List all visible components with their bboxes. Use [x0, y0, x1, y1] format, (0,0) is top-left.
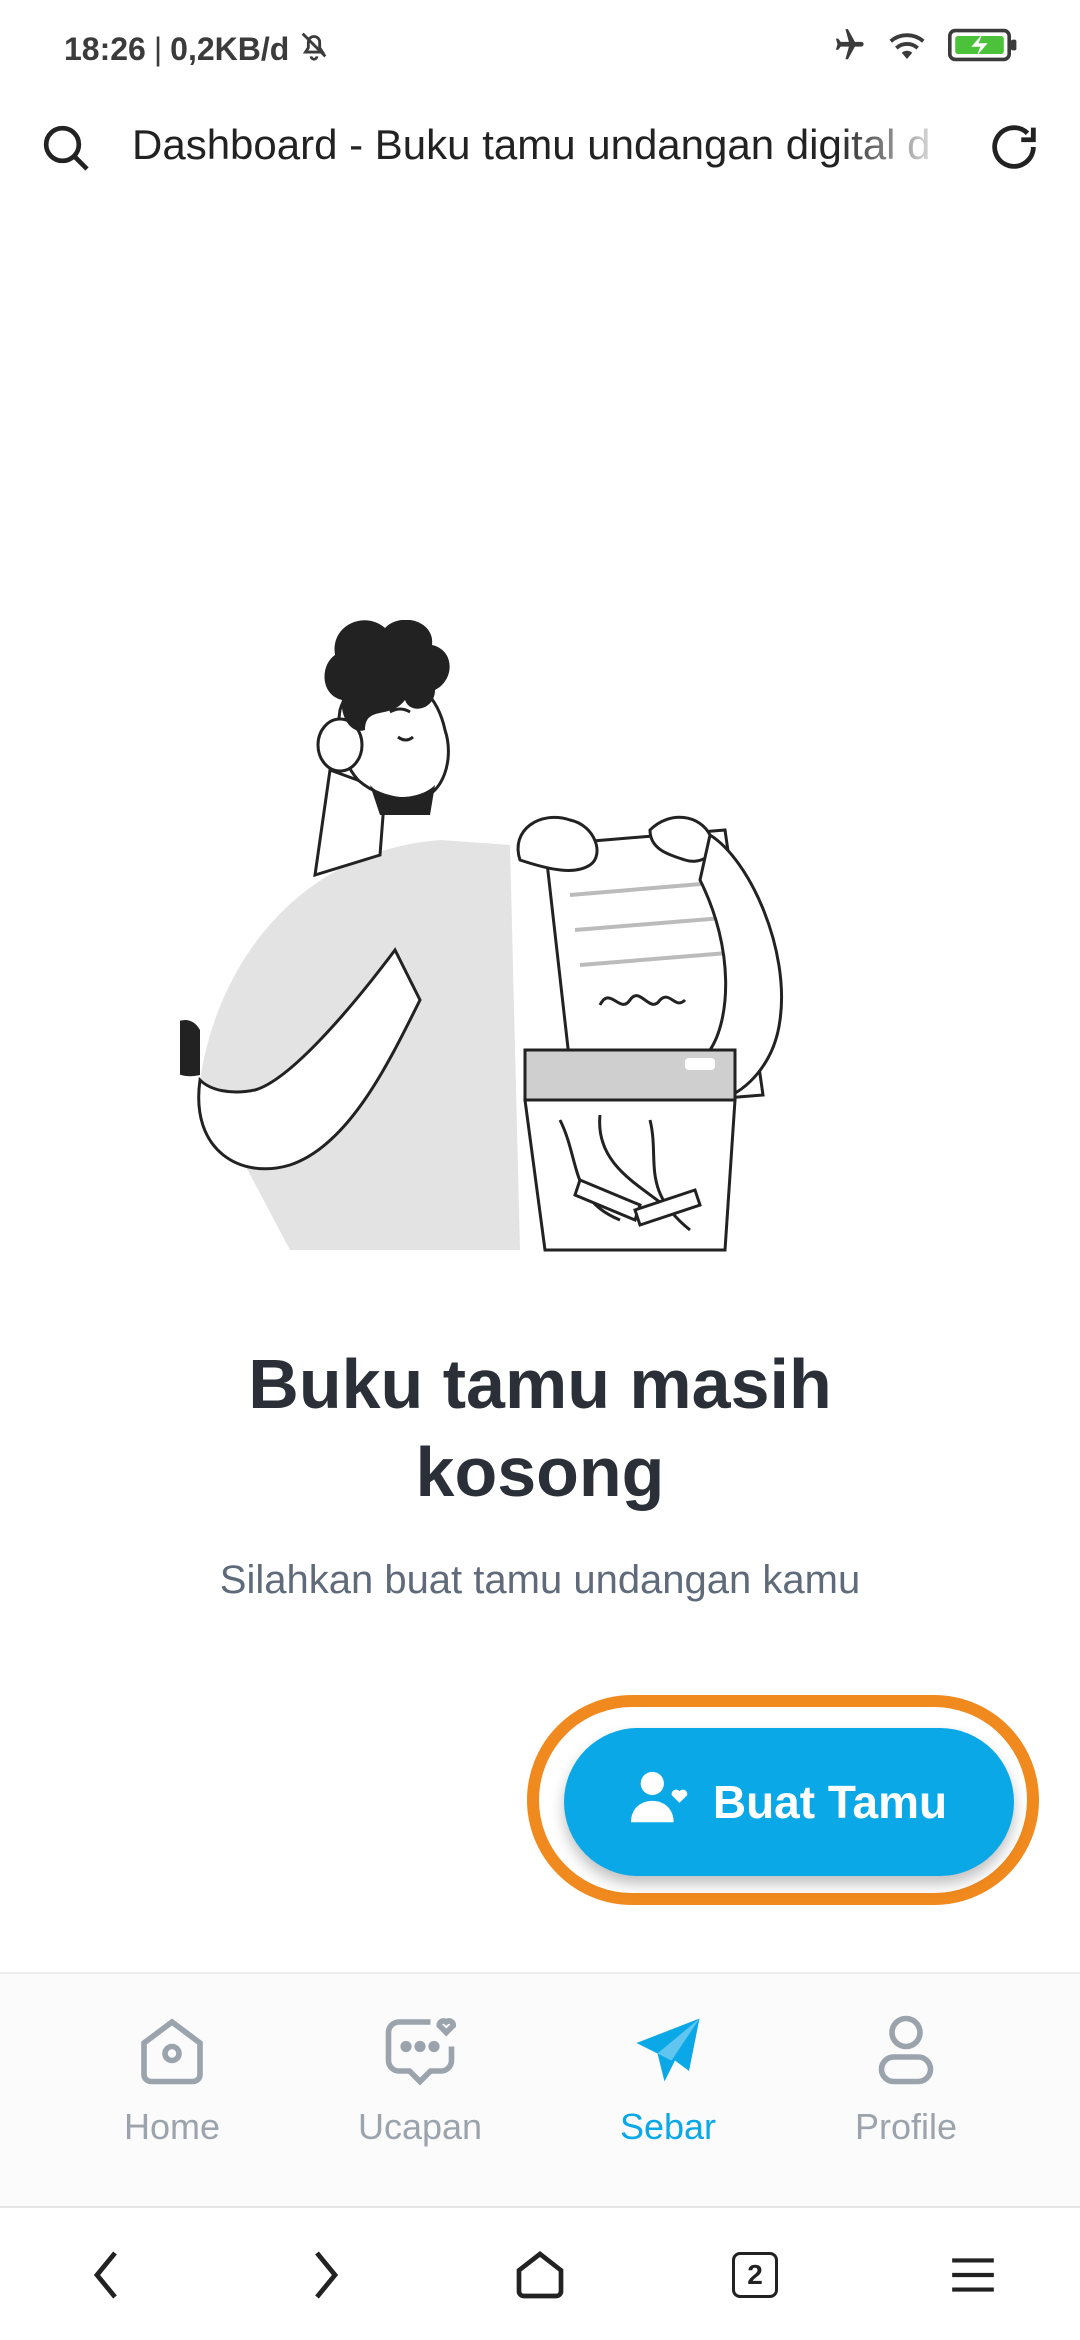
menu-icon[interactable]: [938, 2240, 1008, 2310]
nav-home[interactable]: Home: [62, 2008, 282, 2168]
chat-heart-icon: [310, 2008, 530, 2092]
status-separator: |: [153, 30, 163, 67]
tabs-icon[interactable]: 2: [720, 2240, 790, 2310]
battery-charging-icon: [948, 27, 1020, 68]
nav-ucapan[interactable]: Ucapan: [310, 2008, 530, 2168]
empty-guestbook-illustration: [160, 619, 900, 1280]
reload-icon[interactable]: [985, 118, 1045, 178]
status-time: 18:26: [64, 30, 146, 67]
status-left: 18:26 | 0,2KB/d: [64, 28, 331, 70]
add-guest-button-label: Buat Tamu: [712, 1776, 948, 1828]
profile-icon: [796, 2008, 1016, 2092]
network-speed: 0,2KB/d: [170, 30, 290, 67]
page-title[interactable]: Dashboard - Buku tamu undangan digital d: [132, 121, 952, 181]
search-icon[interactable]: [38, 120, 94, 176]
nav-sebar-label: Sebar: [619, 2106, 717, 2147]
add-user-icon: [630, 1769, 693, 1836]
home-outline-icon[interactable]: [505, 2240, 575, 2310]
bell-off-icon: [297, 28, 331, 70]
tab-count: 2: [747, 2259, 763, 2290]
empty-state-title: Buku tamu masih kosong: [248, 1345, 832, 1511]
status-right: [828, 26, 1020, 69]
wifi-icon: [886, 27, 928, 68]
empty-state-subtitle: Silahkan buat tamu undangan kamu: [219, 1558, 861, 1602]
send-icon: [558, 2008, 778, 2092]
nav-ucapan-label: Ucapan: [357, 2106, 483, 2147]
nav-profile-label: Profile: [854, 2106, 958, 2147]
nav-home-label: Home: [123, 2106, 221, 2147]
add-guest-button[interactable]: Buat Tamu: [564, 1728, 1014, 1876]
back-icon[interactable]: [72, 2240, 142, 2310]
airplane-icon: [828, 26, 866, 69]
nav-profile[interactable]: Profile: [796, 2008, 1016, 2168]
home-icon: [62, 2008, 282, 2092]
nav-sebar[interactable]: Sebar: [558, 2008, 778, 2168]
forward-icon[interactable]: [290, 2240, 360, 2310]
